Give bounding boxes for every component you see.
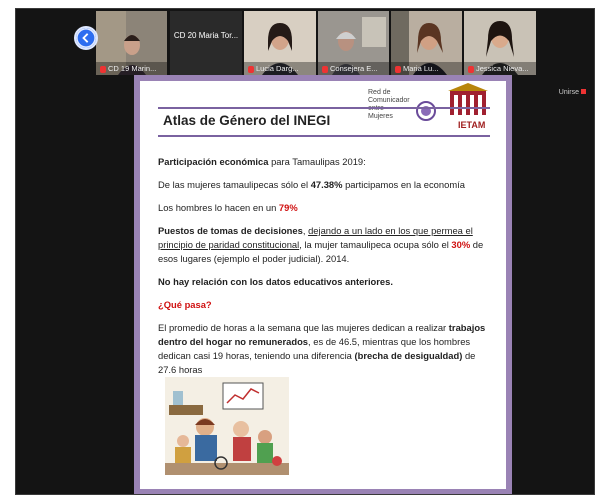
paragraph: Puestos de tomas de decisiones, dejando … (158, 225, 484, 264)
back-arrow-icon[interactable] (74, 26, 98, 50)
participant-tile[interactable]: Maria Lu... (391, 11, 462, 75)
mic-muted-icon (248, 65, 254, 73)
paragraph: Participación económica para Tamaulipas … (158, 156, 366, 167)
slide-title-box: Atlas de Género del INEGI (158, 107, 490, 137)
participant-name: Maria Lu... (391, 62, 462, 75)
mic-muted-icon (468, 65, 474, 73)
participant-tile[interactable]: CD 20 Maria Tor... (170, 11, 242, 75)
paragraph: No hay relación con los datos educativos… (158, 276, 393, 287)
participant-name: Consejera E... (318, 62, 389, 75)
paragraph: El promedio de horas a la semana que las… (158, 322, 486, 375)
participant-name-center: CD 20 Maria Tor... (173, 31, 239, 40)
mic-muted-icon (100, 65, 106, 73)
slide-body: Participación económica para Tamaulipas … (158, 155, 490, 386)
participant-name: Jessica Nieva... (464, 62, 536, 75)
paragraph: ¿Qué pasa? (158, 299, 212, 310)
slide-title: Atlas de Género del INEGI (163, 113, 331, 128)
slide-page: IETAM Red de Comunicador entre Mujeres A… (140, 81, 506, 489)
shared-slide: IETAM Red de Comunicador entre Mujeres A… (134, 75, 512, 494)
paragraph: De las mujeres tamaulipecas sólo el 47.3… (158, 179, 465, 190)
mic-muted-icon (322, 65, 328, 73)
participant-tile[interactable]: Lucia Darg... (244, 11, 316, 75)
red-indicator-icon (581, 89, 586, 94)
participant-tile[interactable]: Consejera E... (318, 11, 389, 75)
paragraph: Los hombres lo hacen en un 79% (158, 202, 298, 213)
mic-muted-icon (395, 65, 401, 73)
participant-name: Lucia Darg... (244, 62, 316, 75)
slide-header: IETAM Red de Comunicador entre Mujeres A… (140, 81, 506, 143)
join-label[interactable]: Unirse (559, 89, 586, 96)
zoom-window: CD 19 Marin... CD 20 Maria Tor... Lucia … (15, 8, 595, 495)
participant-name: CD 19 Marin... (96, 62, 167, 75)
participant-tile[interactable]: CD 19 Marin... (96, 11, 167, 75)
participant-tile[interactable]: Jessica Nieva... (464, 11, 536, 75)
cartoon-illustration (165, 377, 289, 475)
